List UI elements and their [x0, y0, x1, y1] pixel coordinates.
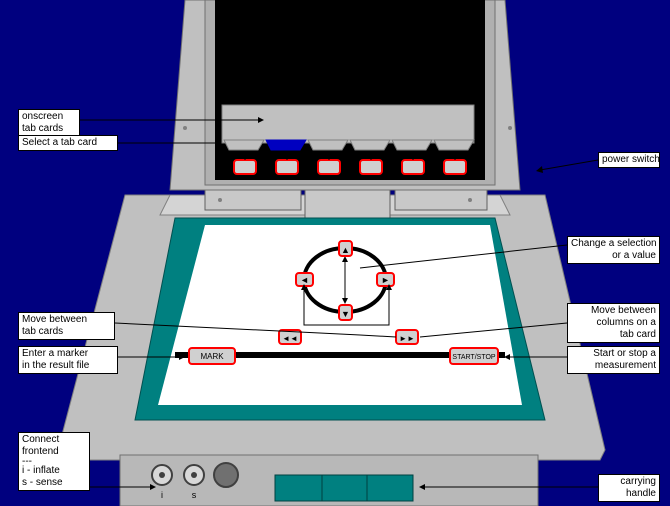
- sense-connector-label: s: [192, 490, 197, 500]
- callout-power-switch: power switch: [598, 152, 660, 168]
- callout-carrying-handle: carrying handle: [598, 474, 660, 502]
- hinge-center: [304, 187, 391, 219]
- onscreen-tab: [391, 139, 433, 151]
- start-stop-key-label: START/STOP: [452, 354, 496, 361]
- up-key-label: ▲: [341, 245, 350, 255]
- left-key-label: ◄: [300, 275, 309, 285]
- onscreen-tab: [433, 139, 475, 151]
- callout-start-stop: Start or stop a measurement: [567, 346, 660, 374]
- callout-change-selection: Change a selection or a value: [567, 236, 660, 264]
- onscreen-tab-area: [221, 104, 475, 144]
- next-column-key-label: ►►: [399, 334, 415, 343]
- screw: [218, 198, 222, 202]
- right-key-label: ►: [381, 275, 390, 285]
- callout-select-tab-card: Select a tab card: [18, 135, 118, 151]
- tab-key-4[interactable]: [359, 159, 383, 175]
- tab-key-2[interactable]: [275, 159, 299, 175]
- mark-key-label: MARK: [200, 352, 224, 361]
- screen: [215, 0, 485, 180]
- down-key-label: ▼: [341, 309, 350, 319]
- tab-key-6[interactable]: [443, 159, 467, 175]
- onscreen-tab: [349, 139, 391, 151]
- tab-key-5[interactable]: [401, 159, 425, 175]
- callout-connect-frontend: Connect frontend --- i - inflate s - sen…: [18, 432, 90, 491]
- onscreen-tab: [223, 139, 265, 151]
- connector-core: [191, 472, 197, 478]
- screw: [183, 126, 187, 130]
- callout-enter-marker: Enter a marker in the result file: [18, 346, 118, 374]
- tab-key-3[interactable]: [317, 159, 341, 175]
- screw: [508, 126, 512, 130]
- callout-onscreen-tab-cards: onscreen tab cards: [18, 109, 80, 137]
- onscreen-tab-selected: [265, 139, 307, 151]
- spare-connector: [213, 462, 239, 488]
- callout-move-tab-cards: Move between tab cards: [18, 312, 115, 340]
- connector-core: [159, 472, 165, 478]
- carrying-handle[interactable]: [274, 474, 414, 502]
- onscreen-tab: [307, 139, 349, 151]
- callout-move-columns: Move between columns on a tab card: [567, 303, 660, 343]
- tab-key-1[interactable]: [233, 159, 257, 175]
- prev-column-key-label: ◄◄: [282, 334, 298, 343]
- screw: [468, 198, 472, 202]
- hinge-right: [394, 187, 488, 211]
- inflate-connector-label: i: [161, 490, 163, 500]
- device-diagram: ▲ ▼ ◄ ► ◄◄ ►► MARK START/STOP i s onscre…: [0, 0, 670, 506]
